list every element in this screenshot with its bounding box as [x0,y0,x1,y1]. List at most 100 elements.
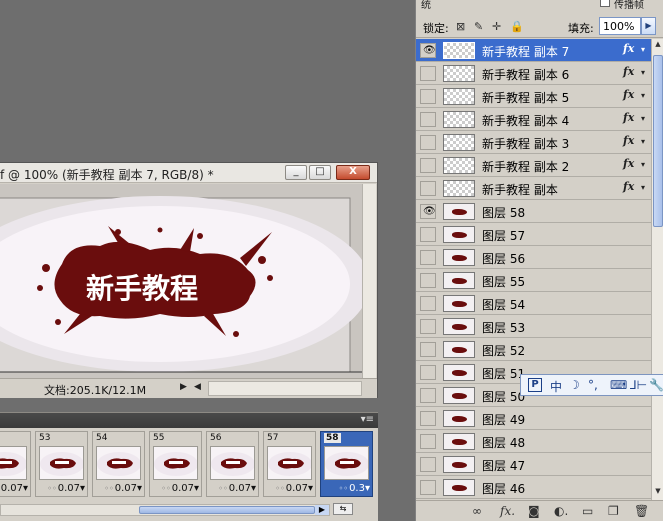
layer-fx-icon[interactable]: fx [623,157,634,170]
document-horizontal-scrollbar[interactable] [208,381,362,396]
animation-frame[interactable]: ◦◦0.07▾ [0,431,31,497]
animation-frame[interactable]: 53 ◦◦0.07▾ [35,431,88,497]
maximize-button[interactable]: □ [309,165,331,180]
layer-row[interactable]: 新手教程 副本 5 fx ▾ [416,85,651,108]
layer-row[interactable]: 图层 56 [416,246,651,269]
close-button[interactable]: X [336,165,370,180]
layer-fx-icon[interactable]: fx [623,111,634,124]
visibility-toggle[interactable] [420,342,436,357]
layer-fx-icon[interactable]: fx [623,65,634,78]
visibility-toggle[interactable]: 👁 [420,204,436,219]
panel-menu-icon[interactable]: ▾≡ [361,414,374,425]
animation-frame[interactable]: 54 ◦◦0.07▾ [92,431,145,497]
folder-icon[interactable]: ▭ [582,504,593,518]
fx-expand-arrow-icon[interactable]: ▾ [641,183,645,192]
layer-row[interactable]: 👁 新手教程 副本 7 fx ▾ [416,39,651,62]
visibility-toggle[interactable] [420,250,436,265]
animation-scrollbar[interactable]: ▶ [0,504,330,516]
layer-row[interactable]: 图层 49 [416,407,651,430]
visibility-toggle[interactable] [420,457,436,472]
ime-halfwidth-icon[interactable]: ☽ [569,378,580,392]
frame-delay[interactable]: ◦◦0.07▾ [47,483,85,494]
visibility-toggle[interactable]: 👁 [420,43,436,58]
document-titlebar[interactable]: f @ 100% (新手教程 副本 7, RGB/8) * _ □ X [0,163,377,183]
layer-row[interactable]: 图层 54 [416,292,651,315]
animation-frame[interactable]: 55 ◦◦0.07▾ [149,431,202,497]
layer-row[interactable]: 图层 47 [416,453,651,476]
visibility-toggle[interactable] [420,273,436,288]
frame-delay[interactable]: ◦◦0.07▾ [218,483,256,494]
lock-transparency-icon[interactable]: ⊠ [456,20,465,33]
visibility-toggle[interactable] [420,388,436,403]
layer-row[interactable]: 图层 48 [416,430,651,453]
layer-row[interactable]: 图层 57 [416,223,651,246]
layers-scroll-thumb[interactable] [653,55,663,227]
minimize-button[interactable]: _ [285,165,307,180]
ime-settings-icon[interactable]: 🔧 [649,378,663,392]
animation-scroll-thumb[interactable] [139,506,315,514]
trash-icon[interactable]: 🗑 [634,504,649,518]
visibility-toggle[interactable] [420,296,436,311]
scroll-up-arrow-icon[interactable]: ▲ [653,40,663,52]
ime-punctuation-icon[interactable]: °, [588,378,598,392]
lock-all-icon[interactable]: 🔒 [510,20,524,33]
document-canvas[interactable]: 新手教程 [0,184,362,378]
layer-fx-icon[interactable]: fx [623,42,634,55]
visibility-toggle[interactable] [420,112,436,127]
fill-slider-arrow-icon[interactable]: ▶ [641,17,656,35]
visibility-toggle[interactable] [420,365,436,380]
ime-chinese-mode[interactable]: 中 [550,378,562,395]
frame-delay[interactable]: ◦◦0.07▾ [0,483,28,494]
status-menu-arrow-icon[interactable]: ▶ [180,382,187,392]
layer-fx-icon[interactable]: fx [623,88,634,101]
adjustment-icon[interactable]: ◐. [554,504,568,518]
lock-pixels-icon[interactable]: ✎ [474,20,483,33]
layer-fx-icon[interactable]: fx [623,180,634,193]
visibility-toggle[interactable] [420,227,436,242]
propagate-frame-checkbox[interactable] [600,0,610,7]
ime-keyboard-icon[interactable]: ⌨ [610,378,627,392]
convert-timeline-icon[interactable]: ⇆ [333,503,353,515]
visibility-toggle[interactable] [420,158,436,173]
layer-fx-icon[interactable]: fx [623,134,634,147]
fx-expand-arrow-icon[interactable]: ▾ [641,45,645,54]
scroll-down-arrow-icon[interactable]: ▼ [653,487,663,499]
layer-row[interactable]: 新手教程 副本 fx ▾ [416,177,651,200]
layer-row[interactable]: 新手教程 副本 2 fx ▾ [416,154,651,177]
visibility-toggle[interactable] [420,66,436,81]
ime-tool-icon[interactable]: ⅃⊢ [630,378,647,392]
layer-row[interactable]: 图层 53 [416,315,651,338]
visibility-toggle[interactable] [420,89,436,104]
frame-delay[interactable]: ◦◦0.07▾ [275,483,313,494]
fx-expand-arrow-icon[interactable]: ▾ [641,137,645,146]
layer-row[interactable]: 图层 55 [416,269,651,292]
visibility-toggle[interactable] [420,319,436,334]
visibility-toggle[interactable] [420,135,436,150]
frame-delay[interactable]: ◦◦0.07▾ [161,483,199,494]
fx-expand-arrow-icon[interactable]: ▾ [641,68,645,77]
layer-row[interactable]: 新手教程 副本 3 fx ▾ [416,131,651,154]
document-vertical-scrollbar[interactable] [362,184,376,378]
fx-expand-arrow-icon[interactable]: ▾ [641,91,645,100]
animation-frame[interactable]: 57 ◦◦0.07▾ [263,431,316,497]
animation-frame[interactable]: 58 ◦◦0.3▾ [320,431,373,497]
visibility-toggle[interactable] [420,434,436,449]
link-icon[interactable]: ∞ [472,504,482,518]
layer-row[interactable]: 👁 图层 58 [416,200,651,223]
layer-row[interactable]: 图层 46 [416,476,651,499]
ime-logo-icon[interactable]: P [528,378,542,392]
scroll-right-arrow-icon[interactable]: ▶ [315,505,329,515]
fx-expand-arrow-icon[interactable]: ▾ [641,114,645,123]
visibility-toggle[interactable] [420,411,436,426]
layers-vertical-scrollbar[interactable]: ▲ ▼ [651,39,663,500]
layer-row[interactable]: 新手教程 副本 6 fx ▾ [416,62,651,85]
frame-delay[interactable]: ◦◦0.07▾ [104,483,142,494]
layer-row[interactable]: 图层 52 [416,338,651,361]
frame-delay[interactable]: ◦◦0.3▾ [339,483,370,494]
visibility-toggle[interactable] [420,480,436,495]
visibility-toggle[interactable] [420,181,436,196]
mask-icon[interactable]: ◙ [528,504,540,518]
layer-row[interactable]: 新手教程 副本 4 fx ▾ [416,108,651,131]
fill-input[interactable] [599,17,641,35]
new-layer-icon[interactable]: ❐ [608,504,619,518]
